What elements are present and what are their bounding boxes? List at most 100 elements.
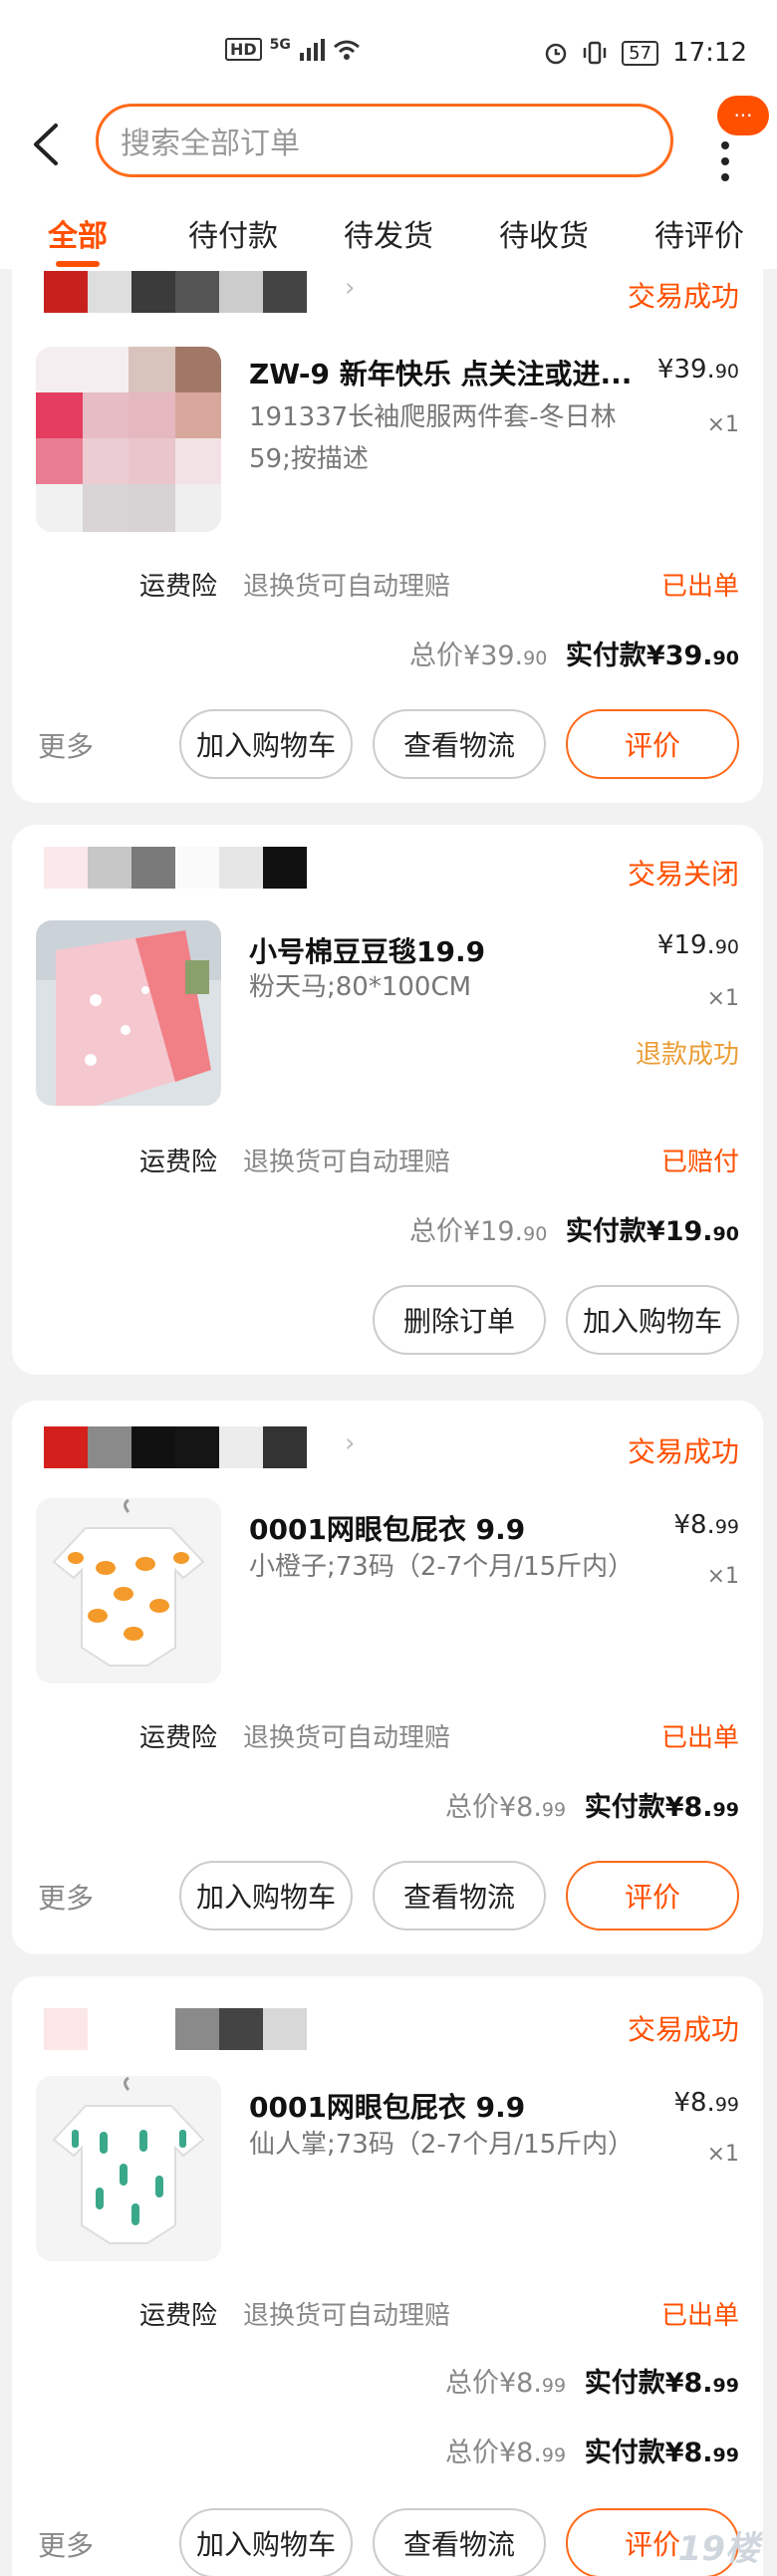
order-card: › 交易成功 0001网眼包屁衣 9.9 小橙子;73码（2-7个月/15斤内）…: [12, 1401, 763, 1954]
view-logistics-button[interactable]: 查看物流: [373, 709, 546, 779]
order-totals: 总价¥39.90 实付款¥39.90: [409, 634, 739, 672]
battery-icon: 57: [622, 40, 659, 66]
total-label: 总价: [444, 1792, 499, 1823]
order-card: 交易关闭 小号棉豆豆毯19.9 粉天马;80*100CM ¥19.90 ×1 退…: [12, 825, 763, 1375]
order-totals: 总价¥8.99 实付款¥8.99: [445, 2361, 739, 2400]
total-label: 总价: [444, 2438, 499, 2468]
product-spec: 仙人掌;73码（2-7个月/15斤内）: [249, 2130, 635, 2160]
add-to-cart-button[interactable]: 加入购物车: [566, 1285, 739, 1355]
product-image[interactable]: [36, 347, 221, 532]
paid-dec: 99: [712, 1799, 739, 1821]
tab-pending-shipment[interactable]: 待发货: [311, 189, 466, 269]
unit-price-dec: 99: [714, 1516, 739, 1538]
quantity: ×1: [706, 412, 739, 437]
message-badge[interactable]: ···: [717, 96, 769, 135]
signal-icon: [299, 38, 325, 61]
product-spec: 191337长袖爬服两件套-冬日林59;按描述: [249, 402, 617, 474]
product-title[interactable]: 小号棉豆豆毯19.9: [249, 930, 485, 970]
insurance-label: 运费险: [139, 1148, 218, 1177]
order-status: 交易成功: [627, 2013, 739, 2046]
paid-dec: 90: [712, 647, 739, 669]
hd-badge: HD: [225, 38, 262, 61]
order-totals: 总价¥8.99 实付款¥8.99: [445, 1785, 739, 1824]
add-to-cart-button[interactable]: 加入购物车: [179, 709, 353, 779]
unit-price-int: ¥19.: [656, 930, 715, 960]
paid-amount: 实付款¥8.99: [585, 2438, 739, 2468]
quantity: ×1: [706, 986, 739, 1011]
product-image[interactable]: [36, 920, 221, 1106]
tab-pending-payment[interactable]: 待付款: [155, 189, 311, 269]
more-actions-link[interactable]: 更多: [38, 725, 94, 765]
unit-price: ¥19.90: [657, 930, 739, 960]
search-placeholder: 搜索全部订单: [121, 127, 300, 161]
total-int: ¥8.: [498, 2438, 542, 2468]
tab-pending-review[interactable]: 待评价: [622, 189, 777, 269]
shop-name-pixelated[interactable]: [44, 847, 307, 889]
order-card: › 交易成功 ZW-9 新年快乐 点关注或进... 191337长袖爬服两件套-…: [12, 269, 763, 803]
pixelated-product-image: [36, 347, 221, 532]
paid-amount: 实付款¥19.90: [566, 1216, 739, 1247]
insurance-text: 退换货可自动理赔: [243, 1148, 451, 1177]
product-image[interactable]: [36, 2076, 221, 2261]
paid-int: ¥19.: [646, 1216, 713, 1247]
product-image[interactable]: [36, 1498, 221, 1683]
total-dec: 90: [523, 1223, 548, 1245]
quantity: ×1: [706, 1564, 739, 1589]
insurance-label: 运费险: [139, 2301, 218, 2331]
review-button[interactable]: 评价: [566, 709, 739, 779]
total-int: ¥19.: [463, 1216, 524, 1247]
paid-dec: 90: [712, 1223, 739, 1245]
add-to-cart-button[interactable]: 加入购物车: [179, 1861, 353, 1931]
tab-pending-receipt[interactable]: 待收货: [466, 189, 622, 269]
add-to-cart-button[interactable]: 加入购物车: [179, 2508, 353, 2576]
view-logistics-button[interactable]: 查看物流: [373, 1861, 546, 1931]
product-spec: 粉天马;80*100CM: [249, 972, 472, 1002]
shop-name-pixelated[interactable]: [44, 2008, 307, 2050]
vibrate-icon: [583, 41, 607, 65]
insurance-status: 已出单: [660, 1723, 739, 1753]
paid-amount: 实付款¥39.90: [566, 641, 739, 671]
product-title[interactable]: 0001网眼包屁衣 9.9: [249, 2086, 525, 2126]
tab-all[interactable]: 全部: [0, 189, 155, 269]
network-type: 5G: [269, 36, 291, 53]
order-status: 交易关闭: [627, 858, 739, 891]
paid-label: 实付款: [565, 1216, 647, 1247]
watermark-logo: 19楼: [677, 2529, 759, 2569]
more-actions-link[interactable]: 更多: [38, 2524, 94, 2564]
wifi-icon: [333, 40, 360, 60]
view-logistics-button[interactable]: 查看物流: [373, 2508, 546, 2576]
paid-amount: 实付款¥8.99: [585, 2368, 739, 2399]
unit-price-dec: 90: [714, 936, 739, 958]
unit-price-int: ¥39.: [656, 355, 715, 385]
order-tabs: 全部 待付款 待发货 待收货 待评价: [0, 189, 777, 269]
blanket-product-image: [36, 920, 221, 1106]
refund-status: 退款成功: [635, 1040, 739, 1070]
unit-price: ¥8.99: [673, 2088, 739, 2118]
order-card: 交易成功 0001网眼包屁衣 9.9 仙人掌;73码（2-7个月/15斤内） ¥…: [12, 1976, 763, 2576]
insurance-text: 退换货可自动理赔: [243, 572, 451, 602]
order-search-input[interactable]: 搜索全部订单: [96, 104, 673, 177]
total-int: ¥39.: [463, 641, 524, 671]
product-title[interactable]: 0001网眼包屁衣 9.9: [249, 1508, 525, 1548]
paid-dec: 99: [712, 2445, 739, 2466]
order-totals: 总价¥19.90 实付款¥19.90: [409, 1209, 739, 1248]
product-title[interactable]: ZW-9 新年快乐 点关注或进...: [249, 353, 632, 392]
more-actions-link[interactable]: 更多: [38, 1877, 94, 1917]
review-button[interactable]: 评价: [566, 1861, 739, 1931]
shop-name-pixelated[interactable]: [44, 1426, 307, 1468]
insurance-status: 已出单: [660, 2301, 739, 2331]
status-right: 57 17:12: [544, 38, 747, 68]
quantity: ×1: [706, 2142, 739, 2167]
total-label: 总价: [409, 1216, 464, 1247]
back-arrow-icon[interactable]: [26, 122, 66, 167]
order-status: 交易成功: [627, 1435, 739, 1468]
shop-name-pixelated[interactable]: [44, 271, 307, 313]
bodysuit-cactus-image: [36, 2076, 221, 2261]
paid-label: 实付款: [565, 641, 647, 671]
delete-order-button[interactable]: 删除订单: [373, 1285, 546, 1355]
paid-dec: 99: [712, 2375, 739, 2397]
total-int: ¥8.: [498, 1792, 542, 1823]
total-int: ¥8.: [498, 2368, 542, 2399]
total-dec: 99: [541, 2445, 567, 2466]
insurance-text: 退换货可自动理赔: [243, 1723, 451, 1753]
